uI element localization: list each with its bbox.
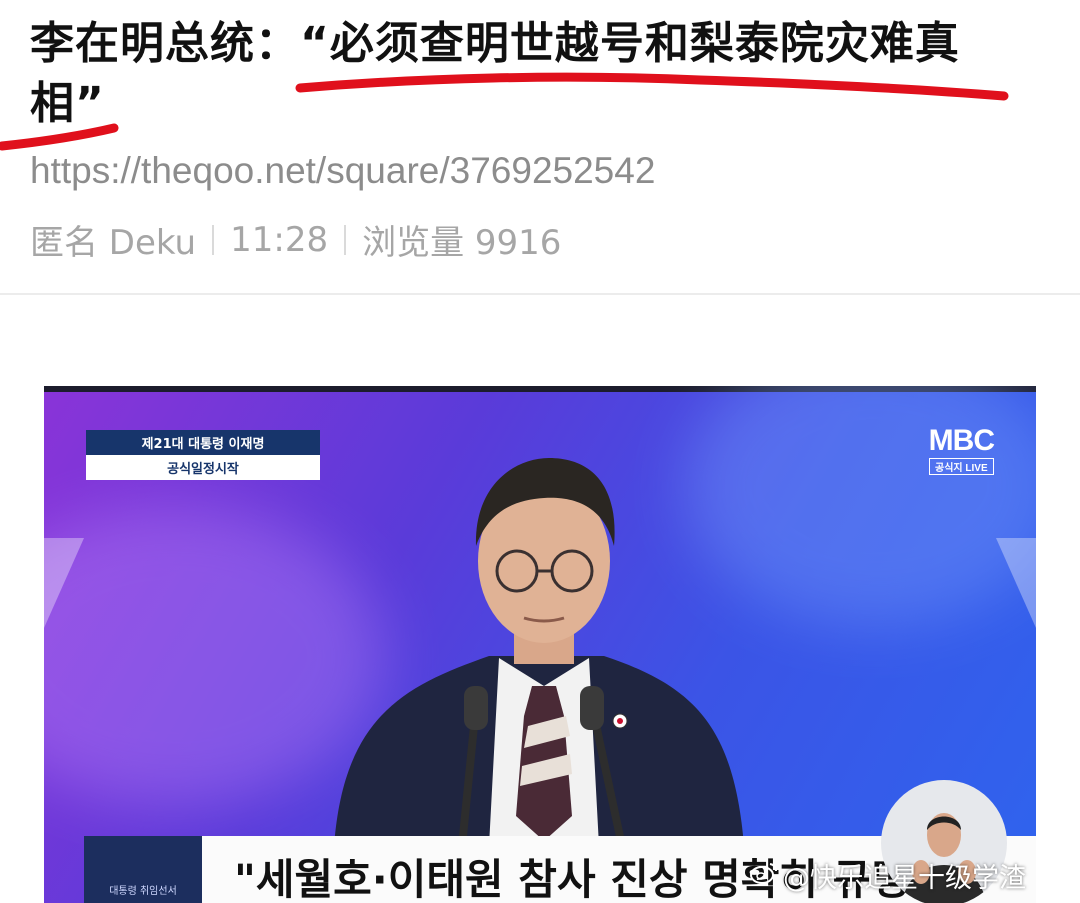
post-title: 李在明总统：“必须查明世越号和梨泰院灾难真 相” [30,14,1030,134]
broadcast-screenshot-image: 제21대 대통령 이재명 공식일정시작 MBC 공식지 LIVE 대통령 취임선… [44,386,1036,903]
post-views: 浏览量 9916 [362,223,562,263]
ticker-thumbnail: 대통령 취임선서 [84,836,202,903]
post-meta: 匿名 Deku 11:28 浏览量 9916 [30,215,561,264]
watermark-text: @快乐追星十级学渣 [783,863,1026,894]
weibo-logo-icon [749,860,779,891]
section-divider [0,293,1080,295]
post-title-line-2: 相” [30,78,105,129]
weibo-watermark: @快乐追星十级学渣 [749,856,1026,895]
meta-separator [212,224,215,255]
post-url-link[interactable]: https://theqoo.net/square/3769252542 [30,150,655,192]
meta-separator [344,224,347,255]
post-title-line-1: 李在明总统：“必须查明世越号和梨泰院灾难真 [30,18,960,69]
post-time: 11:28 [230,219,329,260]
post-author: 匿名 Deku [30,223,197,263]
ticker-thumbnail-text: 대통령 취임선서 [109,886,177,897]
